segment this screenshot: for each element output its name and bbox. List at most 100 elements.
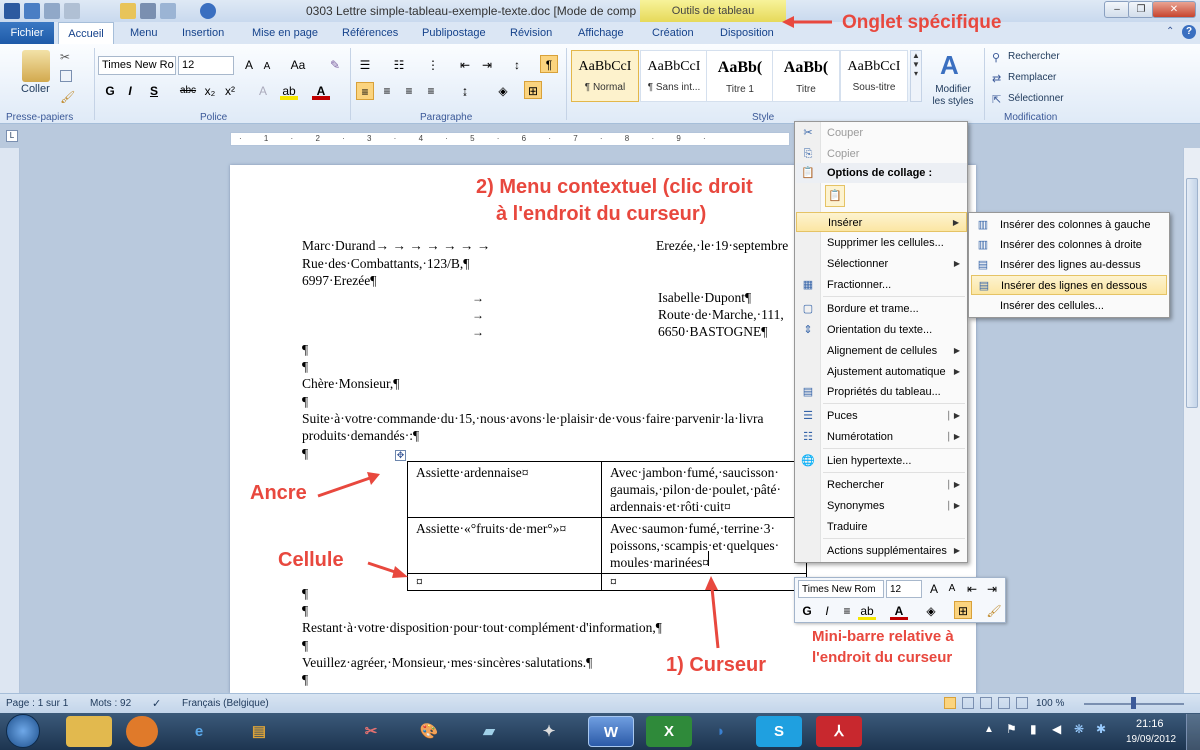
arrow-ancre <box>317 476 371 498</box>
menu-item-label: Actions supplémentaires <box>827 545 947 557</box>
hyperlink-icon: 🌐 <box>801 455 815 467</box>
submenu-item-cells[interactable]: Insérer des cellules... <box>971 296 1167 316</box>
context-menu: ✂ Couper ⎘ Copier 📋 Options de collage : 📋 … <box>794 121 968 563</box>
outline-view-icon[interactable] <box>998 697 1010 709</box>
numbering-icon: ☷ <box>803 431 813 443</box>
scissors-icon: ✂ <box>803 127 813 139</box>
annotation-onglet: Onglet spécifique <box>842 12 1002 33</box>
menu-item-ajustement[interactable]: Ajustement automatique ▶ <box>796 362 967 382</box>
increase-indent-icon[interactable]: ⇥ <box>983 580 1001 598</box>
menu-item-orientation[interactable]: ⇕ Orientation du texte... <box>796 320 967 340</box>
font-color-icon[interactable]: A <box>890 602 908 620</box>
menu-separator <box>823 403 965 404</box>
taskbar-snipping-icon[interactable]: ✂ <box>348 716 394 747</box>
draft-view-icon[interactable] <box>1016 697 1028 709</box>
tray-volume-icon[interactable]: ◀ <box>1052 722 1061 736</box>
menu-item-selectionner[interactable]: Sélectionner ▶ <box>796 254 967 274</box>
annotation-minibar-line2: l'endroit du curseur <box>812 649 953 666</box>
menu-item-lien-hypertexte[interactable]: 🌐 Lien hypertexte... <box>796 451 967 471</box>
taskbar-excel-icon[interactable]: X <box>646 716 692 747</box>
italic-button[interactable]: I <box>818 602 836 620</box>
annotation-menu-line2: à l'endroit du curseur) <box>496 203 707 225</box>
bold-button[interactable]: G <box>798 602 816 620</box>
menu-item-couper[interactable]: ✂ Couper <box>796 123 967 143</box>
menu-item-label: Insérer <box>828 217 863 229</box>
taskbar-paint-icon[interactable]: 🎨 <box>406 716 452 747</box>
shrink-font-icon[interactable]: A <box>943 580 961 598</box>
menu-item-bordure[interactable]: ▢ Bordure et trame... <box>796 299 967 319</box>
taskbar-acrobat-icon[interactable]: ⅄ <box>816 716 862 747</box>
menu-item-label: Ajustement automatique <box>827 366 946 378</box>
taskbar-thunderbird-icon[interactable]: ◗ <box>698 716 744 747</box>
taskbar-folder-icon[interactable]: ▤ <box>236 716 282 747</box>
menu-separator <box>823 472 965 473</box>
tray-expand-icon[interactable]: ▲ <box>984 724 994 735</box>
show-desktop-button[interactable] <box>1186 714 1200 750</box>
menu-item-label: Sélectionner <box>827 258 889 270</box>
tray-bluetooth-icon[interactable]: ✱ <box>1096 722 1106 736</box>
table-properties-icon: ▤ <box>802 386 814 398</box>
taskbar-skype-icon[interactable]: S <box>756 716 802 747</box>
print-layout-view-icon[interactable] <box>944 697 956 709</box>
submenu-arrow-icon: ▶ <box>953 259 960 268</box>
annotation-curseur: 1) Curseur <box>666 654 767 676</box>
decrease-indent-icon[interactable]: ⇤ <box>963 580 981 598</box>
menu-item-numerotation[interactable]: ☷ Numérotation │ ▶ <box>796 427 967 447</box>
menu-item-actions-supplementaires[interactable]: Actions supplémentaires ▶ <box>796 541 967 561</box>
web-view-icon[interactable] <box>980 697 992 709</box>
menu-separator <box>823 538 965 539</box>
full-screen-view-icon[interactable] <box>962 697 974 709</box>
menu-item-inserer[interactable]: Insérer ▶ <box>796 212 967 232</box>
taskbar-firefox-icon[interactable] <box>126 716 158 747</box>
submenu-arrow-icon: ▶ <box>953 346 960 355</box>
submenu-item-cols-right[interactable]: ▥ Insérer des colonnes à droite <box>971 235 1167 255</box>
format-painter-icon[interactable]: 🖌 <box>985 602 1003 620</box>
status-words[interactable]: Mots : 92 <box>90 698 131 709</box>
tray-network-icon[interactable]: ▮ <box>1030 722 1037 736</box>
arrow-curseur <box>710 587 720 649</box>
submenu-arrow-icon: │ ▶ <box>946 411 960 420</box>
menu-item-traduire[interactable]: Traduire <box>796 517 967 537</box>
taskbar-app-icon[interactable]: ✦ <box>526 716 572 747</box>
menu-item-synonymes[interactable]: Synonymes │ ▶ <box>796 496 967 516</box>
menu-item-supprimer-cellules[interactable]: Supprimer les cellules... <box>796 233 967 253</box>
submenu-item-rows-above[interactable]: ▤ Insérer des lignes au-dessus <box>971 255 1167 275</box>
status-page[interactable]: Page : 1 sur 1 <box>6 698 68 709</box>
insert-submenu: ▥ Insérer des colonnes à gauche ▥ Insérer … <box>968 212 1170 318</box>
highlight-icon[interactable]: ab <box>858 602 876 620</box>
proofing-icon[interactable]: ✓ <box>152 697 161 710</box>
start-button[interactable] <box>6 714 40 748</box>
paste-keep-formatting-icon[interactable]: 📋 <box>825 185 845 207</box>
taskbar-ie-icon[interactable]: e <box>176 716 222 747</box>
taskbar-explorer-icon[interactable] <box>66 716 112 747</box>
minibar-font-combo[interactable]: Times New Rom <box>798 580 884 598</box>
submenu-item-cols-left[interactable]: ▥ Insérer des colonnes à gauche <box>971 215 1167 235</box>
insert-rows-above-icon: ▤ <box>977 259 989 271</box>
menu-item-label: Traduire <box>827 521 868 533</box>
annotation-ancre: Ancre <box>250 482 307 504</box>
menu-item-proprietes-tableau[interactable]: ▤ Propriétés du tableau... <box>796 382 967 402</box>
taskbar-word-icon[interactable]: W <box>588 716 634 747</box>
submenu-item-rows-below[interactable]: ▤ Insérer des lignes en dessous <box>971 275 1167 295</box>
tray-flag-icon[interactable]: ⚑ <box>1006 722 1017 736</box>
clock-date[interactable]: 19/09/2012 <box>1126 734 1176 745</box>
borders-icon[interactable]: ⊞ <box>954 601 972 619</box>
menu-item-copier[interactable]: ⎘ Copier <box>796 144 967 164</box>
menu-item-fractionner[interactable]: ▦ Fractionner... <box>796 275 967 295</box>
menu-item-rechercher[interactable]: Rechercher │ ▶ <box>796 475 967 495</box>
menu-item-alignement[interactable]: Alignement de cellules ▶ <box>796 341 967 361</box>
shading-icon[interactable]: ◈ <box>922 602 940 620</box>
status-language[interactable]: Français (Belgique) <box>182 698 269 709</box>
submenu-arrow-icon: ▶ <box>953 546 960 555</box>
status-zoom[interactable]: 100 % <box>1036 698 1064 709</box>
clock-time[interactable]: 21:16 <box>1136 718 1164 730</box>
grow-font-icon[interactable]: A <box>925 580 943 598</box>
minibar-size-combo[interactable]: 12 <box>886 580 922 598</box>
menu-item-label: Fractionner... <box>827 279 892 291</box>
taskbar-notes-icon[interactable]: ▰ <box>466 716 512 747</box>
tray-app-icon[interactable]: ❋ <box>1074 722 1084 736</box>
arrow-cellule <box>367 561 399 575</box>
zoom-slider-thumb[interactable] <box>1131 697 1136 709</box>
menu-item-puces[interactable]: ☰ Puces │ ▶ <box>796 406 967 426</box>
center-icon[interactable]: ≡ <box>838 602 856 620</box>
